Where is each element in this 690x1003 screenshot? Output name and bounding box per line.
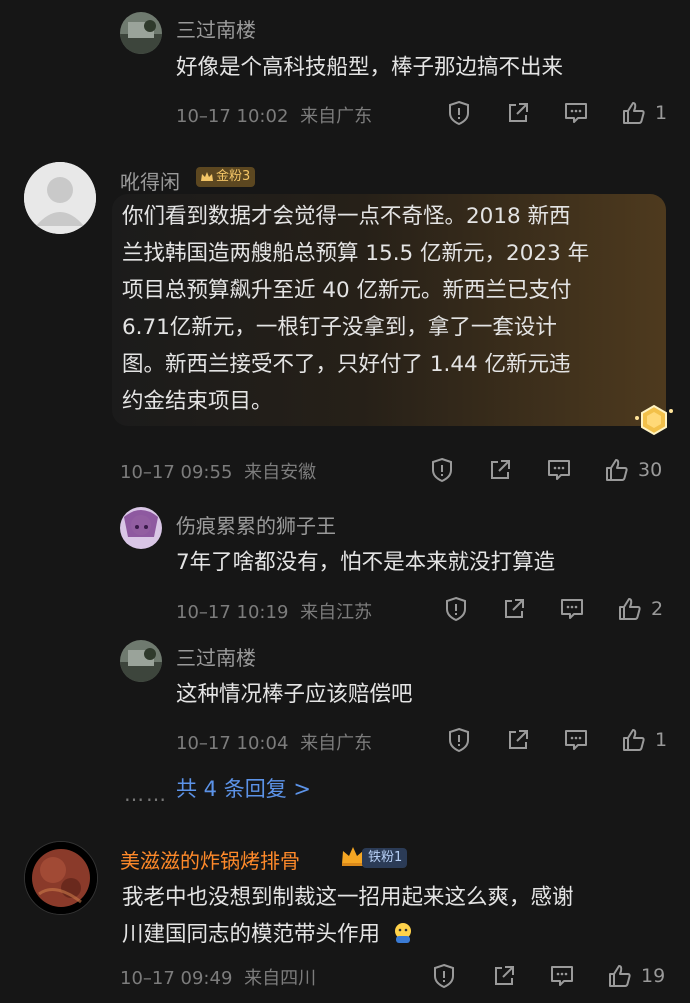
like-icon: [607, 963, 633, 989]
username[interactable]: 伤痕累累的狮子王: [176, 510, 336, 539]
reply-button[interactable]: [563, 725, 589, 755]
share-icon: [501, 596, 527, 622]
crown-icon: [201, 172, 213, 181]
like-icon: [621, 100, 647, 126]
avatar[interactable]: [120, 12, 162, 54]
more-replies-link[interactable]: 共 4 条回复 >: [176, 773, 311, 803]
location: 来自广东: [300, 106, 373, 127]
like-count: 2: [651, 598, 664, 620]
comment-line: 约金结束项目。: [122, 389, 273, 414]
timestamp: 10–17 10:19: [176, 602, 289, 623]
share-button[interactable]: [505, 725, 531, 755]
comment-line-text: 川建国同志的模范带头作用: [122, 922, 381, 947]
share-icon: [491, 963, 517, 989]
comment-text: 我老中也没想到制裁这一招用起来这么爽，感谢 川建国同志的模范带头作用: [122, 879, 682, 953]
share-icon: [505, 100, 531, 126]
report-icon: [446, 100, 472, 126]
comment-meta: 10–17 10:19 来自江苏: [176, 598, 372, 624]
avatar[interactable]: [120, 640, 162, 682]
username[interactable]: 美滋滋的炸锅烤排骨: [120, 845, 300, 874]
location: 来自江苏: [300, 602, 373, 623]
comment-text: 你们看到数据才会觉得一点不奇怪。2018 新西 兰找韩国造两艘船总预算 15.5…: [122, 198, 662, 420]
comment-line: 兰找韩国造两艘船总预算 15.5 亿新元，2023 年: [122, 241, 590, 266]
reply-button[interactable]: [546, 455, 572, 485]
avatar[interactable]: [120, 507, 162, 549]
like-button[interactable]: 1: [621, 98, 667, 128]
report-button[interactable]: [446, 725, 472, 755]
report-icon: [446, 727, 472, 753]
like-count: 1: [655, 102, 668, 124]
report-button[interactable]: [431, 961, 457, 991]
comment-text: 这种情况棒子应该赔偿吧: [176, 682, 413, 707]
share-button[interactable]: [491, 961, 517, 991]
share-icon: [487, 457, 513, 483]
comment-line: 你们看到数据才会觉得一点不奇怪。2018 新西: [122, 204, 571, 229]
like-button[interactable]: 2: [617, 594, 663, 624]
avatar[interactable]: [24, 841, 98, 915]
fan-badge-label: 金粉3: [216, 169, 251, 184]
report-button[interactable]: [429, 455, 455, 485]
emoji-icon: [394, 923, 411, 943]
reply-icon: [559, 596, 585, 622]
like-icon: [604, 457, 630, 483]
more-dots: ……: [124, 782, 168, 806]
like-count: 19: [641, 965, 666, 987]
reply-icon: [546, 457, 572, 483]
location: 来自安徽: [244, 462, 317, 483]
comment-line: 我老中也没想到制裁这一招用起来这么爽，感谢: [122, 885, 574, 910]
comment-meta: 10–17 10:02 来自广东: [176, 102, 372, 128]
like-icon: [621, 727, 647, 753]
timestamp: 10–17 09:49: [120, 968, 233, 989]
fan-badge: 铁粉1: [362, 848, 408, 868]
share-icon: [505, 727, 531, 753]
comment-text: 7年了啥都没有，怕不是本来就没打算造: [176, 550, 556, 575]
like-icon: [617, 596, 643, 622]
timestamp: 10–17 10:02: [176, 106, 289, 127]
share-button[interactable]: [501, 594, 527, 624]
comment-meta: 10–17 09:49 来自四川: [120, 964, 316, 990]
like-button[interactable]: 30: [604, 455, 662, 485]
like-button[interactable]: 1: [621, 725, 667, 755]
reply-button[interactable]: [549, 961, 575, 991]
reply-icon: [563, 100, 589, 126]
comment-line: 项目总预算飙升至近 40 亿新元。新西兰已支付: [122, 278, 572, 303]
reply-button[interactable]: [563, 98, 589, 128]
username[interactable]: 吪得闲: [120, 166, 180, 195]
share-button[interactable]: [505, 98, 531, 128]
like-count: 1: [655, 729, 668, 751]
comment-line: 6.71亿新元，一根钉子没拿到，拿了一套设计: [122, 315, 557, 340]
timestamp: 10–17 09:55: [120, 462, 233, 483]
like-button[interactable]: 19: [607, 961, 665, 991]
report-icon: [429, 457, 455, 483]
location: 来自广东: [300, 733, 373, 754]
report-icon: [431, 963, 457, 989]
report-icon: [443, 596, 469, 622]
comment-line: 川建国同志的模范带头作用: [122, 916, 682, 953]
report-button[interactable]: [446, 98, 472, 128]
avatar[interactable]: [24, 162, 96, 234]
like-count: 30: [638, 459, 663, 481]
share-button[interactable]: [487, 455, 513, 485]
report-button[interactable]: [443, 594, 469, 624]
comment-line: 图。新西兰接受不了，只好付了 1.44 亿新元违: [122, 352, 571, 377]
username[interactable]: 三过南楼: [176, 14, 256, 43]
gold-medal-icon: [635, 404, 673, 436]
reply-icon: [563, 727, 589, 753]
location: 来自四川: [244, 968, 317, 989]
timestamp: 10–17 10:04: [176, 733, 289, 754]
username[interactable]: 三过南楼: [176, 642, 256, 671]
comment-meta: 10–17 10:04 来自广东: [176, 729, 372, 755]
reply-icon: [549, 963, 575, 989]
fan-badge-label: 铁粉1: [368, 850, 403, 865]
comment-text: 好像是个高科技船型，棒子那边搞不出来: [176, 55, 564, 80]
comment-meta: 10–17 09:55 来自安徽: [120, 458, 316, 484]
reply-button[interactable]: [559, 594, 585, 624]
